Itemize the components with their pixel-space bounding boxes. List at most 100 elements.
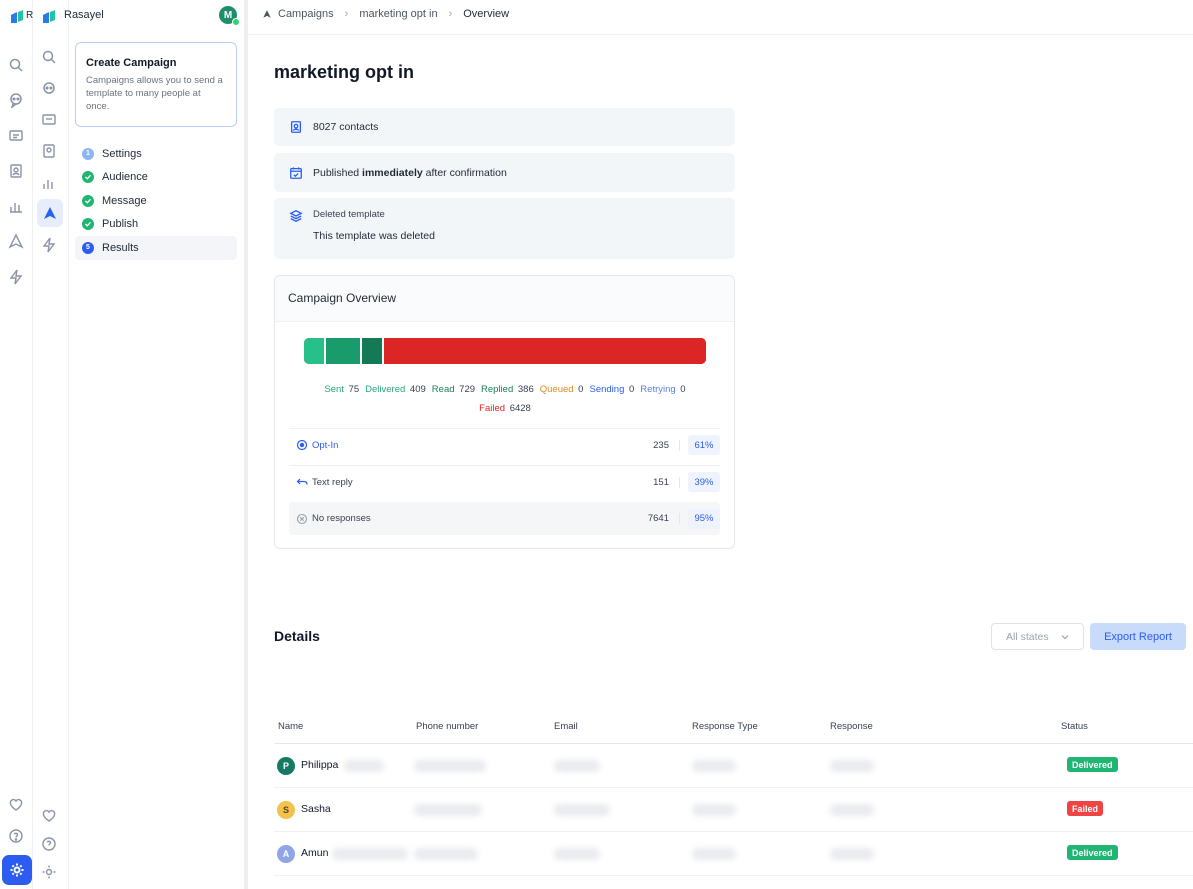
automations-icon[interactable] (39, 235, 59, 255)
conversations-icon[interactable] (39, 110, 59, 130)
help-icon[interactable] (39, 834, 59, 854)
avatar: A (277, 845, 295, 863)
health-icon[interactable] (6, 794, 26, 814)
state-filter-select[interactable]: All states (991, 623, 1084, 650)
step-label: Settings (102, 147, 142, 160)
campaign-overview-card: Campaign Overview Sent 75 Delivered 409 Re… (274, 275, 735, 549)
create-campaign-card: Create Campaign Campaigns allows you to … (75, 42, 237, 127)
bar-segment-failed[interactable] (384, 338, 706, 364)
settings-gear-icon[interactable] (2, 855, 32, 885)
check-icon (82, 194, 94, 207)
step-settings[interactable]: 1 Settings (75, 142, 237, 166)
user-initial: M (223, 9, 233, 21)
response-label: Text reply (312, 476, 353, 488)
bar-segment-sent[interactable] (304, 338, 327, 364)
settings-gear-icon[interactable] (39, 862, 59, 882)
response-percent: 95% (688, 508, 720, 529)
chevron-down-icon (1061, 635, 1069, 640)
redacted-response (830, 804, 874, 816)
response-row-text-reply[interactable]: Text reply 151 39% (289, 465, 720, 498)
export-report-button[interactable]: Export Report (1090, 623, 1186, 650)
avatar: S (277, 801, 295, 819)
overview-title: Campaign Overview (275, 276, 734, 322)
create-campaign-title: Create Campaign (86, 57, 177, 69)
reports-icon[interactable] (6, 196, 26, 216)
redacted-surname (332, 848, 408, 860)
search-icon[interactable] (39, 47, 59, 67)
step-results[interactable]: 5 Results (75, 236, 237, 260)
step-audience[interactable]: Audience (75, 166, 237, 190)
health-icon[interactable] (39, 805, 59, 825)
workspace-name[interactable]: Rasayel (64, 9, 104, 21)
chevron-right-icon: › (344, 8, 349, 20)
step-publish[interactable]: Publish (75, 213, 237, 237)
response-row-opt-in[interactable]: Opt-In 235 61% (289, 428, 720, 461)
table-row[interactable]: A Amun Delivered (274, 832, 1193, 876)
app-root: R Rasayel M Create Campaign Campaigns al… (0, 0, 1193, 889)
redacted-email (554, 804, 610, 816)
response-label: No responses (312, 513, 371, 524)
online-status-dot (232, 18, 240, 26)
create-campaign-description: Campaigns allows you to send a template … (86, 75, 223, 112)
column-header-status[interactable]: Status (1061, 721, 1088, 732)
column-header-response[interactable]: Response (830, 721, 873, 732)
automations-icon[interactable] (6, 267, 26, 287)
template-texts: Deleted template This template was delet… (313, 209, 435, 242)
redacted-response (830, 760, 874, 772)
bar-segment-read[interactable] (362, 338, 385, 364)
legend-label-queued: Queued (539, 384, 574, 395)
response-row-no-responses[interactable]: No responses 7641 95% (289, 502, 720, 535)
contacts-icon[interactable] (39, 141, 59, 161)
step-number: 5 (82, 241, 94, 254)
user-avatar[interactable]: M (219, 6, 240, 26)
legend-value-failed: 6428 (509, 403, 531, 414)
column-header-phone[interactable]: Phone number (416, 721, 478, 732)
breadcrumb-campaigns[interactable]: Campaigns (278, 8, 334, 20)
redacted-response-type (692, 760, 736, 772)
state-filter-value: All states (1006, 630, 1049, 643)
column-header-email[interactable]: Email (554, 721, 578, 732)
column-header-name[interactable]: Name (278, 721, 303, 732)
chevron-right-icon: › (448, 8, 453, 20)
redacted-phone (414, 804, 482, 816)
check-icon (82, 171, 94, 184)
help-icon[interactable] (6, 826, 26, 846)
reports-icon[interactable] (39, 173, 59, 193)
campaigns-icon[interactable] (37, 199, 63, 227)
conversations-icon[interactable] (6, 126, 26, 146)
table-row[interactable]: S Sasha Failed (274, 788, 1193, 832)
redacted-response (830, 848, 874, 860)
calendar-check-icon (290, 166, 302, 179)
breadcrumb: Campaigns › marketing opt in › Overview (262, 8, 509, 20)
bar-segment-delivered[interactable] (326, 338, 363, 364)
table-row[interactable]: P Philippa Delivered (274, 744, 1193, 788)
sidebar-divider[interactable] (244, 0, 248, 889)
contacts-icon[interactable] (6, 161, 26, 181)
contact-name: Amun (301, 847, 329, 859)
response-percent: 61% (688, 435, 720, 455)
step-label: Publish (102, 218, 139, 231)
header-divider (248, 34, 1193, 35)
rasayel-logo-icon (11, 10, 23, 23)
breadcrumb-current: Overview (463, 8, 510, 20)
contacts-count: 8027 contacts (313, 121, 379, 133)
campaign-sidebar: Create Campaign Campaigns allows you to … (69, 34, 244, 889)
campaigns-icon[interactable] (6, 231, 26, 251)
publish-text-pre: Published (313, 166, 363, 179)
publish-text-bold: immediately (362, 166, 423, 179)
campaigns-icon (263, 10, 271, 18)
step-message[interactable]: Message (75, 189, 237, 213)
breadcrumb-campaign[interactable]: marketing opt in (359, 8, 437, 20)
step-number: 1 (82, 147, 94, 160)
legend-value-delivered: 409 (407, 384, 426, 395)
status-badge: Delivered (1067, 757, 1118, 772)
redacted-email (554, 848, 600, 860)
page-title: marketing opt in (274, 62, 415, 82)
search-icon[interactable] (6, 55, 26, 75)
x-circle-icon (296, 513, 308, 524)
column-header-response-type[interactable]: Response Type (692, 721, 758, 732)
inbox-bot-icon[interactable] (6, 90, 26, 110)
redacted-surname (344, 760, 384, 772)
redacted-email (554, 760, 600, 772)
inbox-bot-icon[interactable] (39, 79, 59, 99)
